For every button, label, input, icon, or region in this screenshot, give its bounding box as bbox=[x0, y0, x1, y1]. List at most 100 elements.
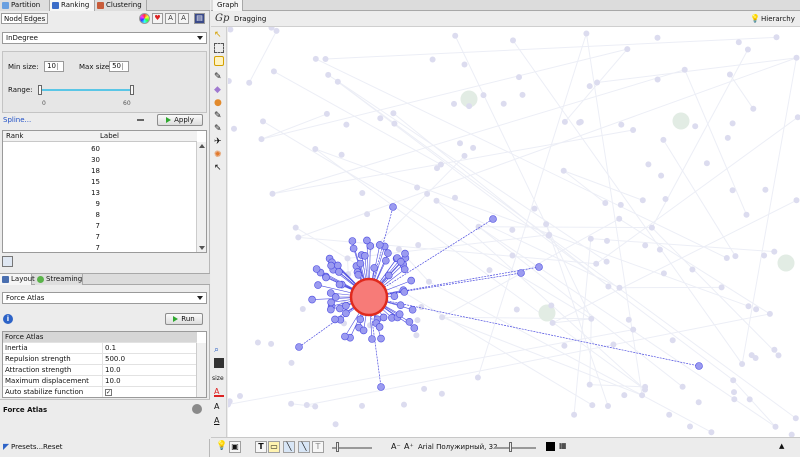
tab-layout[interactable]: Layout bbox=[0, 274, 35, 285]
faded-node[interactable] bbox=[617, 201, 624, 208]
faded-node[interactable] bbox=[703, 160, 710, 167]
faded-node[interactable] bbox=[744, 46, 751, 53]
faded-node[interactable] bbox=[413, 332, 420, 339]
pencil-icon[interactable]: ✎ bbox=[214, 72, 224, 82]
faded-node[interactable] bbox=[429, 56, 436, 63]
edges-toggle[interactable]: Edges bbox=[21, 13, 49, 24]
faded-node[interactable] bbox=[391, 120, 398, 127]
faded-node[interactable] bbox=[466, 103, 473, 110]
run-button[interactable]: Run bbox=[165, 313, 203, 325]
faded-node[interactable] bbox=[424, 190, 431, 197]
graph-canvas[interactable] bbox=[228, 27, 800, 437]
table-row[interactable]: 7 bbox=[3, 232, 197, 242]
faded-node[interactable] bbox=[531, 205, 538, 212]
faded-node[interactable] bbox=[731, 396, 738, 403]
pointer-tool-icon[interactable]: ↖ bbox=[214, 30, 224, 40]
node[interactable] bbox=[377, 334, 385, 343]
faded-node[interactable] bbox=[604, 237, 610, 244]
faded-node[interactable] bbox=[731, 389, 737, 396]
lightbulb-icon[interactable]: 💡 bbox=[216, 441, 227, 451]
node[interactable] bbox=[341, 332, 349, 341]
faded-node[interactable] bbox=[748, 352, 755, 359]
faded-node[interactable] bbox=[750, 105, 757, 112]
brush-icon[interactable]: ◆ bbox=[214, 85, 224, 95]
property-row[interactable]: Repulsion strength 500.0 bbox=[3, 354, 197, 365]
faded-node[interactable] bbox=[377, 115, 384, 122]
faded-node[interactable] bbox=[642, 242, 649, 249]
faded-node[interactable] bbox=[586, 381, 593, 388]
faded-node[interactable] bbox=[793, 54, 800, 61]
faded-node[interactable] bbox=[605, 403, 611, 409]
font-size-handle[interactable] bbox=[509, 442, 512, 452]
collapse-icon[interactable] bbox=[137, 119, 144, 121]
table-row[interactable]: 7 bbox=[3, 221, 197, 231]
faded-node[interactable] bbox=[732, 253, 739, 260]
attribute-select[interactable]: InDegree bbox=[2, 32, 207, 44]
faded-node[interactable] bbox=[509, 226, 516, 233]
faded-node[interactable] bbox=[746, 396, 753, 403]
faded-node[interactable] bbox=[548, 302, 555, 309]
faded-node[interactable] bbox=[480, 92, 487, 99]
faded-node[interactable] bbox=[662, 196, 669, 202]
faded-node[interactable] bbox=[364, 211, 371, 218]
faded-hub-node[interactable] bbox=[672, 112, 690, 130]
node[interactable] bbox=[400, 265, 409, 274]
faded-node[interactable] bbox=[246, 79, 253, 86]
faded-node[interactable] bbox=[561, 118, 568, 125]
faded-node[interactable] bbox=[753, 306, 760, 313]
label-font-icon[interactable]: A bbox=[214, 402, 224, 412]
faded-node[interactable] bbox=[726, 71, 733, 78]
min-size-spinner[interactable]: 10 bbox=[44, 61, 64, 72]
faded-node[interactable] bbox=[270, 68, 277, 75]
node[interactable] bbox=[382, 256, 390, 265]
faded-node[interactable] bbox=[299, 306, 306, 312]
faded-node[interactable] bbox=[586, 83, 593, 90]
node[interactable] bbox=[489, 215, 497, 223]
faded-node[interactable] bbox=[654, 34, 661, 41]
tab-partition[interactable]: Partition bbox=[0, 0, 50, 11]
node[interactable] bbox=[349, 244, 358, 253]
faded-node[interactable] bbox=[303, 402, 310, 408]
faded-node[interactable] bbox=[605, 283, 612, 290]
faded-node[interactable] bbox=[679, 383, 686, 390]
faded-node[interactable] bbox=[500, 100, 507, 107]
faded-node[interactable] bbox=[589, 402, 596, 409]
faded-node[interactable] bbox=[654, 76, 661, 83]
faded-node[interactable] bbox=[766, 310, 773, 317]
faded-node[interactable] bbox=[588, 315, 595, 322]
text-tool-icon[interactable]: T bbox=[255, 441, 267, 453]
faded-node[interactable] bbox=[451, 100, 457, 107]
faded-node[interactable] bbox=[630, 326, 637, 333]
node[interactable] bbox=[400, 288, 409, 296]
faded-node[interactable] bbox=[724, 134, 731, 141]
faded-node[interactable] bbox=[625, 316, 632, 323]
range-slider-track[interactable] bbox=[41, 89, 132, 91]
zoom-icon[interactable]: ⌕ bbox=[214, 345, 224, 355]
node[interactable] bbox=[308, 295, 316, 304]
faded-node[interactable] bbox=[660, 270, 667, 277]
faded-node[interactable] bbox=[273, 27, 280, 34]
node[interactable] bbox=[342, 309, 350, 318]
table-row[interactable]: 30 bbox=[3, 155, 197, 165]
node[interactable] bbox=[517, 269, 525, 277]
faded-node[interactable] bbox=[401, 401, 407, 408]
node[interactable] bbox=[361, 252, 369, 260]
faded-node[interactable] bbox=[452, 194, 458, 201]
faded-node[interactable] bbox=[560, 167, 567, 174]
layout-algorithm-select[interactable]: Force Atlas bbox=[2, 292, 207, 304]
faded-node[interactable] bbox=[510, 37, 516, 44]
faded-node[interactable] bbox=[323, 110, 330, 117]
node[interactable] bbox=[312, 265, 321, 273]
node[interactable] bbox=[379, 313, 388, 322]
faded-node[interactable] bbox=[312, 55, 319, 62]
faded-node[interactable] bbox=[577, 118, 584, 125]
node[interactable] bbox=[375, 323, 384, 331]
faded-node[interactable] bbox=[648, 224, 655, 231]
properties-group-header[interactable]: Force Atlas bbox=[3, 332, 197, 343]
node[interactable] bbox=[331, 315, 339, 324]
faded-node[interactable] bbox=[260, 118, 266, 125]
node[interactable] bbox=[408, 305, 417, 314]
faded-node[interactable] bbox=[269, 190, 276, 197]
expand-icon[interactable]: ▲ bbox=[779, 442, 784, 450]
faded-node[interactable] bbox=[762, 186, 769, 193]
